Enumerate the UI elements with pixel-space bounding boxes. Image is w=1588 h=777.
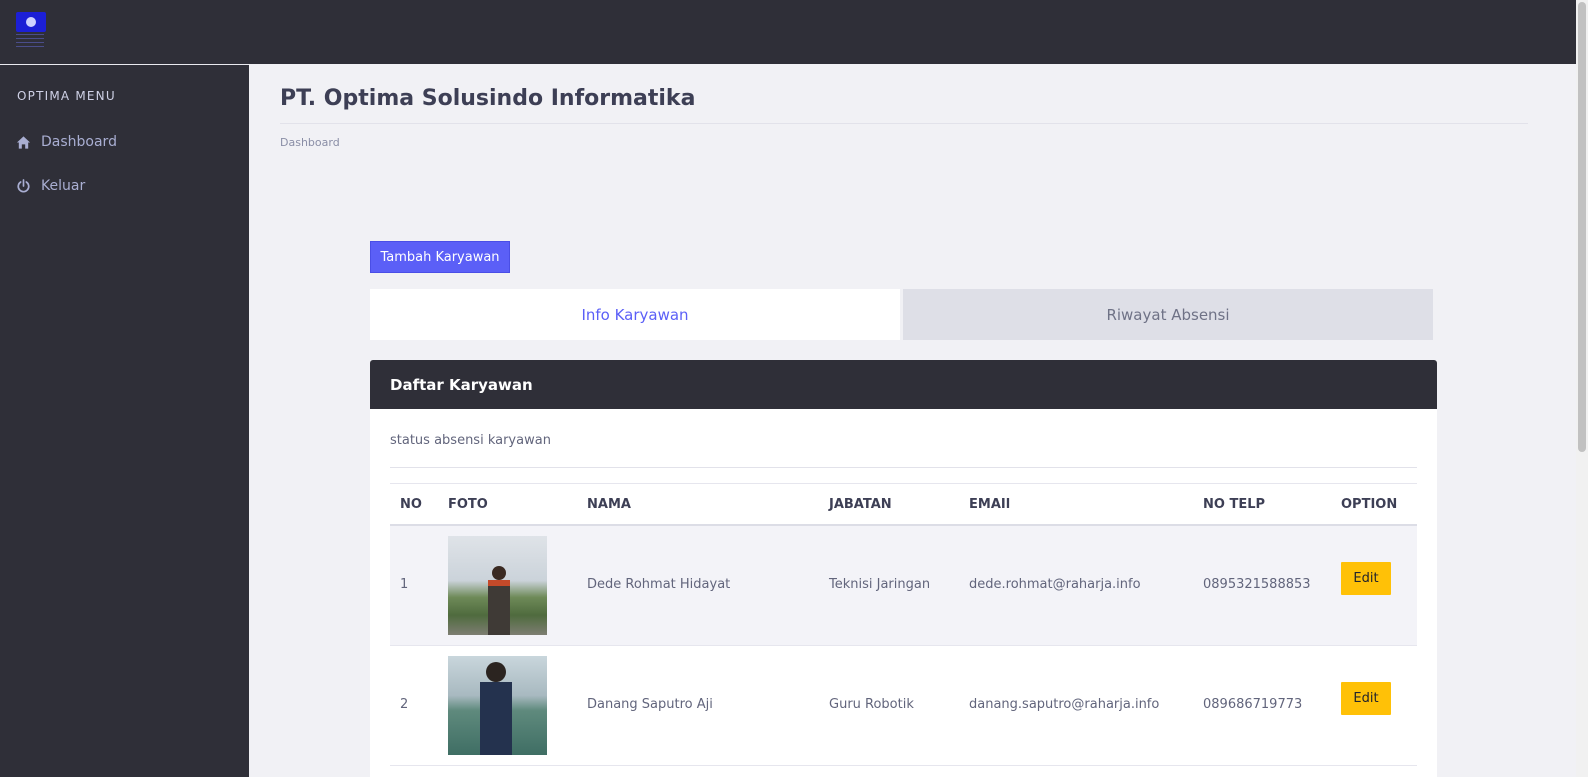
cell-telp: 089686719773	[1203, 697, 1303, 712]
employee-card: Daftar Karyawan status absensi karyawan …	[370, 360, 1437, 777]
cell-no: 1	[400, 577, 409, 592]
table-row: 1 Dede Rohmat Hidayat Teknisi Jaringan d…	[390, 526, 1417, 646]
sidebar-item-keluar[interactable]: Keluar	[16, 178, 85, 194]
sidebar-item-dashboard[interactable]: Dashboard	[16, 134, 117, 150]
card-subtitle: status absensi karyawan	[390, 433, 551, 448]
cell-jabatan: Teknisi Jaringan	[829, 577, 931, 592]
column-header-option: OPTION	[1341, 497, 1398, 512]
sidebar-item-label: Keluar	[41, 178, 86, 194]
edit-button[interactable]: Edit	[1341, 682, 1391, 715]
column-header-no: NO	[400, 497, 422, 512]
cell-email: danang.saputro@raharja.info	[969, 697, 1160, 712]
add-employee-button[interactable]: Tambah Karyawan	[370, 241, 510, 273]
employee-photo	[448, 536, 547, 635]
edit-button[interactable]: Edit	[1341, 562, 1391, 595]
table-header: NO FOTO NAMA JABATAN EMAIl NO TELP OPTIO…	[390, 483, 1417, 526]
cell-nama: Danang Saputro Aji	[587, 697, 713, 712]
logo-mark	[16, 12, 46, 32]
table-row: 2 Danang Saputro Aji Guru Robotik danang…	[390, 646, 1417, 766]
column-header-email: EMAIl	[969, 497, 1011, 512]
cell-telp: 0895321588853	[1203, 577, 1311, 592]
card-title: Daftar Karyawan	[370, 360, 1437, 409]
page-title: PT. Optima Solusindo Informatika	[280, 86, 696, 111]
breadcrumb[interactable]: Dashboard	[280, 136, 340, 149]
cell-jabatan: Guru Robotik	[829, 697, 914, 712]
tab-info-karyawan[interactable]: Info Karyawan	[370, 289, 900, 340]
column-header-foto: FOTO	[448, 497, 488, 512]
cell-no: 2	[400, 697, 409, 712]
top-bar	[0, 0, 1576, 64]
home-icon	[16, 135, 31, 150]
tab-riwayat-absensi[interactable]: Riwayat Absensi	[903, 289, 1433, 340]
card-divider	[390, 467, 1417, 468]
sidebar-item-label: Dashboard	[41, 134, 117, 150]
sidebar: OPTIMA MENU Dashboard Keluar	[0, 64, 249, 777]
employee-photo	[448, 656, 547, 755]
page-scrollbar[interactable]	[1576, 0, 1588, 777]
column-header-nama: NAMA	[587, 497, 631, 512]
sidebar-menu-title: OPTIMA MENU	[17, 89, 116, 103]
cell-nama: Dede Rohmat Hidayat	[587, 577, 731, 592]
logo-text-lines	[16, 34, 44, 48]
company-logo[interactable]	[16, 12, 46, 50]
power-icon	[16, 178, 31, 194]
title-divider	[280, 123, 1528, 124]
column-header-telp: NO TELP	[1203, 497, 1266, 512]
column-header-jabatan: JABATAN	[829, 497, 892, 512]
scrollbar-thumb[interactable]	[1578, 2, 1586, 452]
cell-email: dede.rohmat@raharja.info	[969, 577, 1141, 592]
